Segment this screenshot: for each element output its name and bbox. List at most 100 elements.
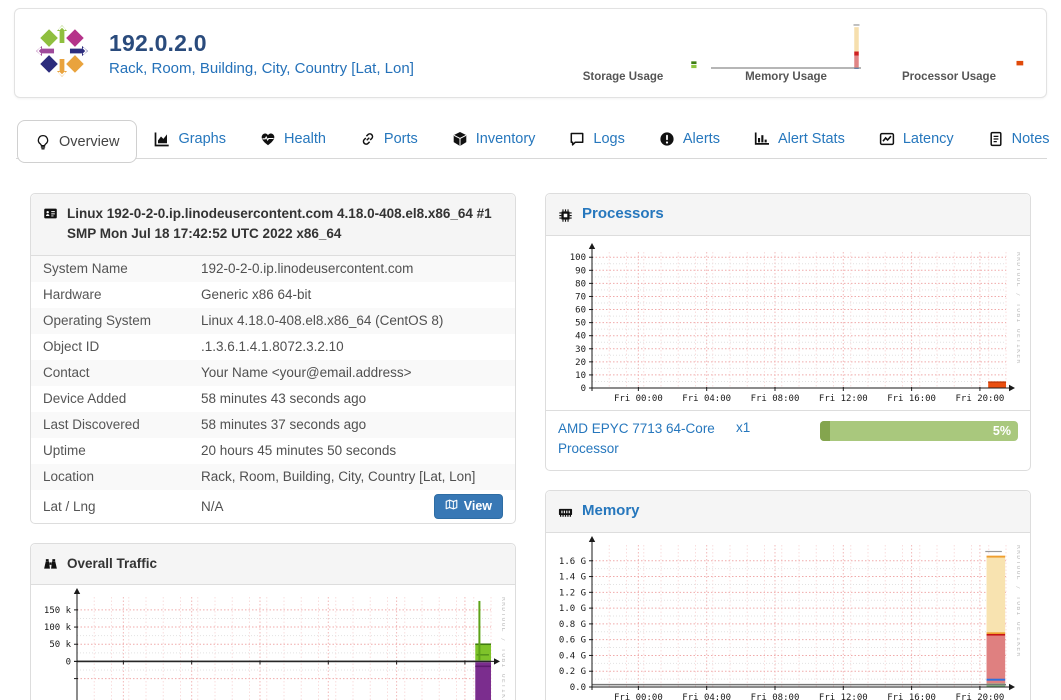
processors-title: Processors (582, 205, 664, 222)
tab-label: Logs (593, 131, 625, 147)
svg-text:Fri 12:00: Fri 12:00 (819, 394, 868, 404)
chart-line-icon (879, 131, 895, 147)
svg-text:1.2 G: 1.2 G (559, 588, 586, 598)
tab-logs[interactable]: Logs (552, 120, 641, 158)
svg-text:150 k: 150 k (44, 606, 72, 616)
row-value: Linux 4.18.0-408.el8.x86_64 (CentOS 8) (201, 313, 444, 328)
memory-graph[interactable]: 0.0 0.2 G 0.4 G 0.6 G 0.8 G 1.0 G 1.2 G 1.4 G 1.… (552, 535, 1020, 700)
svg-text:20: 20 (575, 357, 586, 367)
svg-text:1.0 G: 1.0 G (559, 604, 586, 614)
tab-health[interactable]: Health (243, 120, 343, 158)
tab-latency[interactable]: Latency (862, 120, 971, 158)
system-row-object-id: Object ID .1.3.6.1.4.1.8072.3.2.10 (31, 334, 515, 360)
tab-label: Inventory (475, 131, 536, 147)
svg-text:1.6 G: 1.6 G (559, 557, 586, 567)
svg-text:50 k: 50 k (49, 640, 71, 650)
svg-text:Fri 00:00: Fri 00:00 (614, 693, 663, 700)
row-label: Location (43, 469, 95, 484)
row-value: 192-0-2-0.ip.linodeusercontent.com (201, 261, 414, 276)
spark-processor-sparkline[interactable] (874, 24, 1024, 69)
svg-text:10: 10 (575, 370, 586, 380)
row-value: Generic x86 64-bit (201, 287, 312, 302)
row-label: Object ID (43, 339, 100, 354)
system-row-system-name: System Name 192-0-2-0.ip.linodeuserconte… (31, 255, 515, 282)
tab-bar-divider (16, 158, 1047, 159)
mini-graph-processor-usage[interactable]: Processor Usage (874, 24, 1024, 83)
view-location-button[interactable]: View (433, 493, 503, 519)
device-location-link[interactable]: Rack, Room, Building, City, Country [Lat… (109, 60, 414, 77)
device-header: 192.0.2.0 Rack, Room, Building, City, Co… (14, 8, 1047, 98)
overall-traffic-graph[interactable]: 0 50 k 100 k 150 k RRDTOOL / TOBI OETIKER (37, 587, 505, 700)
row-label: Contact (43, 365, 90, 380)
system-panel-header: Linux 192-0-2-0.ip.linodeusercontent.com… (31, 194, 515, 256)
tab-ports[interactable]: Ports (343, 120, 435, 158)
tab-label: Ports (383, 131, 418, 147)
right-column: Processors 0 10 20 30 40 50 60 70 80 90 100 Fri 00:… (545, 193, 1031, 700)
tab-label: Alert Stats (777, 131, 845, 147)
svg-text:90: 90 (575, 266, 586, 276)
mini-graph-label: Storage Usage (582, 70, 664, 83)
tab-overview[interactable]: Overview (17, 120, 138, 163)
system-row-lat-lng: Lat / Lng N/A View (31, 490, 515, 523)
row-value: Rack, Room, Building, City, Country [Lat… (201, 469, 476, 484)
svg-text:0.4 G: 0.4 G (559, 651, 586, 661)
tab-graphs[interactable]: Graphs (137, 120, 243, 158)
processors-panel: Processors 0 10 20 30 40 50 60 70 80 90 100 Fri 00:… (545, 193, 1031, 472)
processors-panel-header[interactable]: Processors (546, 194, 1030, 236)
left-column: Linux 192-0-2-0.ip.linodeusercontent.com… (30, 193, 516, 700)
device-overview-page: 192.0.2.0 Rack, Room, Building, City, Co… (0, 8, 1061, 700)
cpu-name-link[interactable]: AMD EPYC 7713 64-Core Processor (558, 419, 728, 461)
chart-bar-icon (754, 131, 770, 147)
svg-text:Fri 12:00: Fri 12:00 (819, 693, 868, 700)
svg-text:50: 50 (575, 318, 586, 328)
mini-graph-label: Memory Usage (745, 70, 827, 83)
centos-logo (33, 22, 91, 85)
svg-text:RRDTOOL / TOBI OETIKER: RRDTOOL / TOBI OETIKER (500, 597, 505, 700)
row-value: N/A (201, 498, 224, 514)
processors-graph[interactable]: 0 10 20 30 40 50 60 70 80 90 100 Fri 00:00 Fri 04:00… (552, 238, 1020, 408)
svg-text:100: 100 (570, 253, 586, 263)
row-value: 58 minutes 43 seconds ago (201, 391, 367, 406)
tab-label: Overview (59, 133, 120, 150)
tab-notes[interactable]: Notes (971, 120, 1061, 158)
svg-text:0: 0 (66, 657, 71, 667)
cube-icon (452, 131, 468, 147)
mini-graph-memory-usage[interactable]: Memory Usage (711, 23, 861, 83)
row-label: Uptime (43, 443, 86, 458)
link-icon (360, 131, 376, 147)
svg-text:1.4 G: 1.4 G (559, 572, 586, 582)
binoculars-icon (43, 556, 58, 571)
spark-storage-sparkline[interactable] (548, 24, 698, 69)
heartbeat-icon (260, 131, 276, 147)
row-label: System Name (43, 261, 128, 276)
svg-text:80: 80 (575, 279, 586, 289)
system-row-last-discovered: Last Discovered 58 minutes 37 seconds ag… (31, 411, 515, 438)
memory-title: Memory (582, 502, 640, 520)
system-row-operating-system: Operating System Linux 4.18.0-408.el8.x8… (31, 307, 515, 334)
mini-graph-label: Processor Usage (902, 70, 996, 83)
tabs: Overview Graphs Health Ports Inventory L… (14, 120, 1061, 163)
cpu-usage-label: 5% (992, 423, 1011, 438)
microchip-icon (558, 208, 573, 223)
row-label: Hardware (43, 287, 102, 302)
tab-alert-stats[interactable]: Alert Stats (737, 120, 862, 158)
system-info-table: System Name 192-0-2-0.ip.linodeuserconte… (31, 255, 515, 523)
row-value: .1.3.6.1.4.1.8072.3.2.10 (201, 339, 344, 354)
system-row-contact: Contact Your Name <your@email.address> (31, 359, 515, 386)
svg-text:40: 40 (575, 331, 586, 341)
svg-text:0.6 G: 0.6 G (559, 636, 586, 646)
tab-alerts[interactable]: Alerts (642, 120, 737, 158)
cpu-row: AMD EPYC 7713 64-Core Processor x1 5% (546, 409, 1030, 471)
row-label: Operating System (43, 313, 152, 328)
row-label: Device Added (43, 391, 127, 406)
memory-panel-header[interactable]: Memory (546, 491, 1030, 533)
svg-text:70: 70 (575, 292, 586, 302)
cpu-count: x1 (736, 419, 751, 435)
tab-inventory[interactable]: Inventory (435, 120, 553, 158)
mini-graph-storage-usage[interactable]: Storage Usage (548, 24, 698, 83)
device-titles: 192.0.2.0 Rack, Room, Building, City, Co… (109, 30, 414, 77)
overall-traffic-panel: Overall Traffic 0 50 k 100 k 150 k RRDTOOL /… (30, 542, 516, 700)
overall-traffic-header: Overall Traffic (31, 543, 515, 585)
device-title: 192.0.2.0 (109, 29, 207, 56)
spark-memory-sparkline[interactable] (711, 23, 861, 69)
